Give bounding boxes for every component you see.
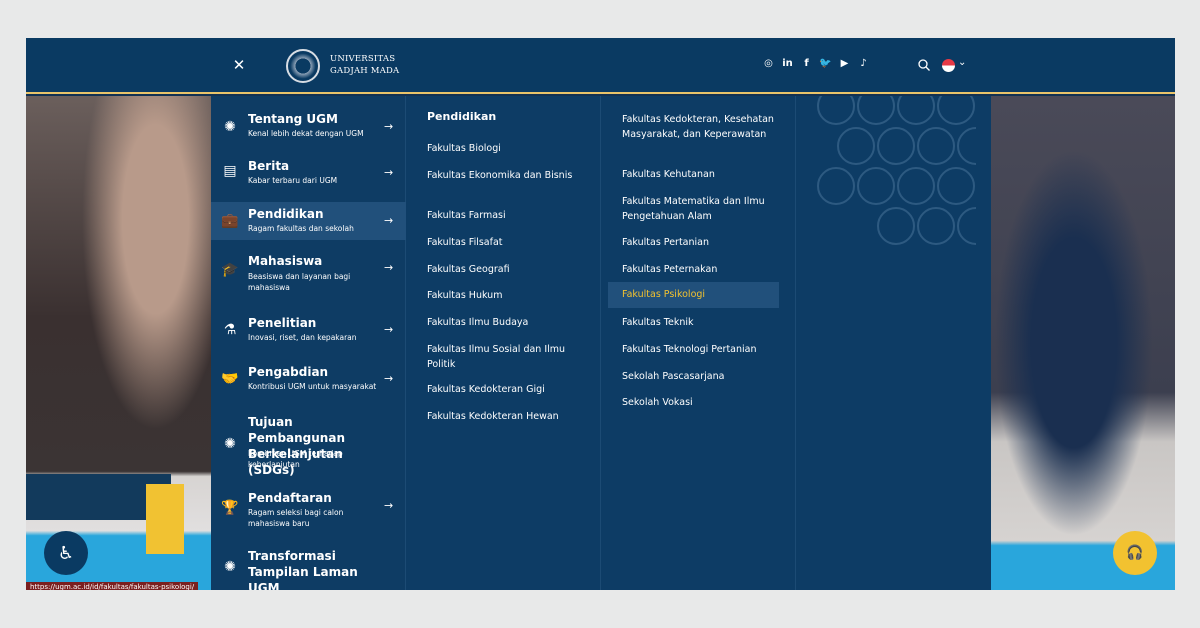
arrow-right-icon: →	[384, 214, 394, 227]
browser-viewport: ✕ UNIVERSITAS GADJAH MADA ◎ in f 🐦 ▶ ♪ ⌄…	[26, 38, 1175, 590]
facebook-icon[interactable]: f	[800, 57, 813, 70]
sidebar-item-pengabdian[interactable]: 🤝 Pengabdian Kontribusi UGM untuk masyar…	[211, 360, 406, 408]
headset-icon: 🎧	[1126, 545, 1144, 561]
sidebar-item-mahasiswa[interactable]: 🎓 Mahasiswa Beasiswa dan layanan bagi ma…	[211, 248, 406, 303]
sidebar-item-pendaftaran[interactable]: 🏆 Pendaftaran Ragam seleksi bagi calon m…	[211, 486, 406, 542]
sidebar-item-tentang-ugm[interactable]: ✺ Tentang UGM Kenal lebih dekat dengan U…	[211, 106, 406, 154]
faculty-link[interactable]: Fakultas Farmasi	[427, 208, 587, 223]
faculty-link[interactable]: Fakultas Matematika dan Ilmu Pengetahuan…	[622, 194, 782, 224]
faculty-link[interactable]: Fakultas Kedokteran Gigi	[427, 382, 587, 397]
hero-yellow-accent	[146, 484, 184, 554]
youtube-icon[interactable]: ▶	[838, 57, 851, 70]
arrow-right-icon: →	[384, 372, 394, 385]
sidebar-item-title: Penelitian	[248, 316, 317, 330]
sidebar-item-title: Pengabdian	[248, 365, 329, 379]
faculty-link[interactable]: Fakultas Kehutanan	[622, 167, 782, 182]
faculty-link[interactable]: Fakultas Ilmu Sosial dan Ilmu Politik	[427, 342, 587, 372]
logo-line-2: GADJAH MADA	[330, 66, 400, 76]
faculty-link[interactable]: Fakultas Biologi	[427, 141, 587, 156]
handshake-icon: 🤝	[221, 371, 239, 387]
close-menu-button[interactable]: ✕	[230, 55, 248, 75]
graduation-cap-icon: 🎓	[221, 262, 239, 278]
sidebar-item-subtitle: Ragam seleksi bagi calon mahasiswa baru	[248, 508, 344, 528]
faculty-link[interactable]: Fakultas Teknik	[622, 315, 782, 330]
briefcase-icon: 💼	[221, 213, 239, 229]
newspaper-icon: ▤	[223, 163, 237, 179]
menu-category-list: ✺ Tentang UGM Kenal lebih dekat dengan U…	[211, 96, 406, 590]
arrow-right-icon: →	[384, 166, 394, 179]
kawung-pattern-decoration	[817, 96, 976, 245]
sidebar-item-berita[interactable]: ▤ Berita Kabar terbaru dari UGM →	[211, 154, 406, 202]
chevron-down-icon[interactable]: ⌄	[958, 57, 966, 68]
sidebar-item-penelitian[interactable]: ⚗ Penelitian Inovasi, riset, dan kepakar…	[211, 310, 406, 358]
faculty-list-column-2: Fakultas Kedokteran, Kesehatan Masyaraka…	[601, 96, 796, 590]
sidebar-item-title: Transformasi Tampilan Laman UGM	[248, 549, 358, 590]
sidebar-item-transformasi[interactable]: ✺ Transformasi Tampilan Laman UGM	[211, 548, 406, 590]
faculty-link[interactable]: Sekolah Vokasi	[622, 395, 782, 410]
social-links: ◎ in f 🐦 ▶ ♪	[762, 57, 870, 70]
tiktok-icon[interactable]: ♪	[857, 57, 870, 70]
faculty-link[interactable]: Fakultas Kedokteran, Kesehatan Masyaraka…	[622, 112, 782, 142]
ugm-wordmark[interactable]: UNIVERSITAS GADJAH MADA	[330, 53, 399, 77]
indonesia-flag-icon[interactable]	[942, 59, 955, 72]
sidebar-item-subtitle: Kenal lebih dekat dengan UGM	[248, 129, 364, 138]
hero-photo-right	[991, 96, 1175, 590]
ugm-seal-icon: ✺	[224, 119, 236, 135]
sidebar-item-subtitle: Inovasi, riset, dan kepakaran	[248, 333, 357, 342]
faculty-link[interactable]: Fakultas Hukum	[427, 288, 587, 303]
column-heading: Pendidikan	[427, 110, 497, 123]
arrow-right-icon: →	[384, 261, 394, 274]
ugm-seal-icon: ✺	[224, 559, 236, 575]
sidebar-item-title: Pendaftaran	[248, 491, 332, 505]
faculty-link[interactable]: Fakultas Kedokteran Hewan	[427, 409, 587, 424]
sidebar-item-pendidikan[interactable]: 💼 Pendidikan Ragam fakultas dan sekolah …	[211, 202, 406, 240]
sidebar-item-title: Mahasiswa	[248, 254, 323, 268]
faculty-link[interactable]: Fakultas Peternakan	[622, 262, 782, 277]
flask-icon: ⚗	[223, 322, 237, 338]
ugm-seal-icon: ✺	[224, 436, 236, 452]
sidebar-item-subtitle: Beasiswa dan layanan bagi mahasiswa	[248, 272, 351, 292]
faculty-link[interactable]: Fakultas Filsafat	[427, 235, 587, 250]
decorative-batik-panel	[796, 96, 991, 590]
accessibility-button[interactable]: ♿	[44, 531, 88, 575]
mega-menu: ✺ Tentang UGM Kenal lebih dekat dengan U…	[211, 96, 991, 590]
faculty-link[interactable]: Fakultas Geografi	[427, 262, 587, 277]
sidebar-item-subtitle: Kontribusi UGM untuk masyarakat	[248, 382, 377, 391]
status-bar-url: https://ugm.ac.id/id/fakultas/fakultas-p…	[26, 582, 199, 590]
trophy-icon: 🏆	[221, 500, 239, 516]
help-support-button[interactable]: 🎧	[1113, 531, 1157, 575]
ugm-seal-logo[interactable]	[286, 49, 320, 83]
faculty-link[interactable]: Fakultas Ekonomika dan Bisnis	[427, 168, 587, 183]
sidebar-item-subtitle: Ragam fakultas dan sekolah	[248, 224, 354, 233]
faculty-link[interactable]: Fakultas Ilmu Budaya	[427, 315, 587, 330]
instagram-icon[interactable]: ◎	[762, 57, 775, 70]
arrow-right-icon: →	[384, 499, 394, 512]
arrow-right-icon: →	[384, 323, 394, 336]
sidebar-item-title: Berita	[248, 159, 290, 173]
faculty-link[interactable]: Sekolah Pascasarjana	[622, 369, 782, 384]
logo-line-1: UNIVERSITAS	[330, 54, 396, 64]
sidebar-item-title: Tentang UGM	[248, 112, 338, 126]
twitter-icon[interactable]: 🐦	[819, 57, 832, 70]
close-icon: ✕	[232, 56, 246, 74]
wheelchair-icon: ♿	[57, 542, 75, 564]
faculty-list-column-1: Pendidikan Fakultas Biologi Fakultas Eko…	[406, 96, 601, 590]
sidebar-item-title: Pendidikan	[248, 207, 324, 221]
sidebar-item-subtitle: Komitmen UGM terhadap keberlanjutan	[248, 449, 343, 469]
faculty-link-psikologi-hovered[interactable]: Fakultas Psikologi	[608, 282, 779, 308]
sidebar-item-sdgs[interactable]: ✺ Tujuan Pembangunan Berkelanjutan (SDGs…	[211, 410, 406, 492]
faculty-link[interactable]: Fakultas Teknologi Pertanian	[622, 342, 782, 357]
search-icon[interactable]	[917, 58, 931, 72]
faculty-link[interactable]: Fakultas Pertanian	[622, 235, 782, 250]
arrow-right-icon: →	[384, 120, 394, 133]
sidebar-item-subtitle: Kabar terbaru dari UGM	[248, 176, 338, 185]
linkedin-icon[interactable]: in	[781, 57, 794, 70]
top-navigation-bar: ✕ UNIVERSITAS GADJAH MADA ◎ in f 🐦 ▶ ♪ ⌄	[26, 38, 1175, 94]
